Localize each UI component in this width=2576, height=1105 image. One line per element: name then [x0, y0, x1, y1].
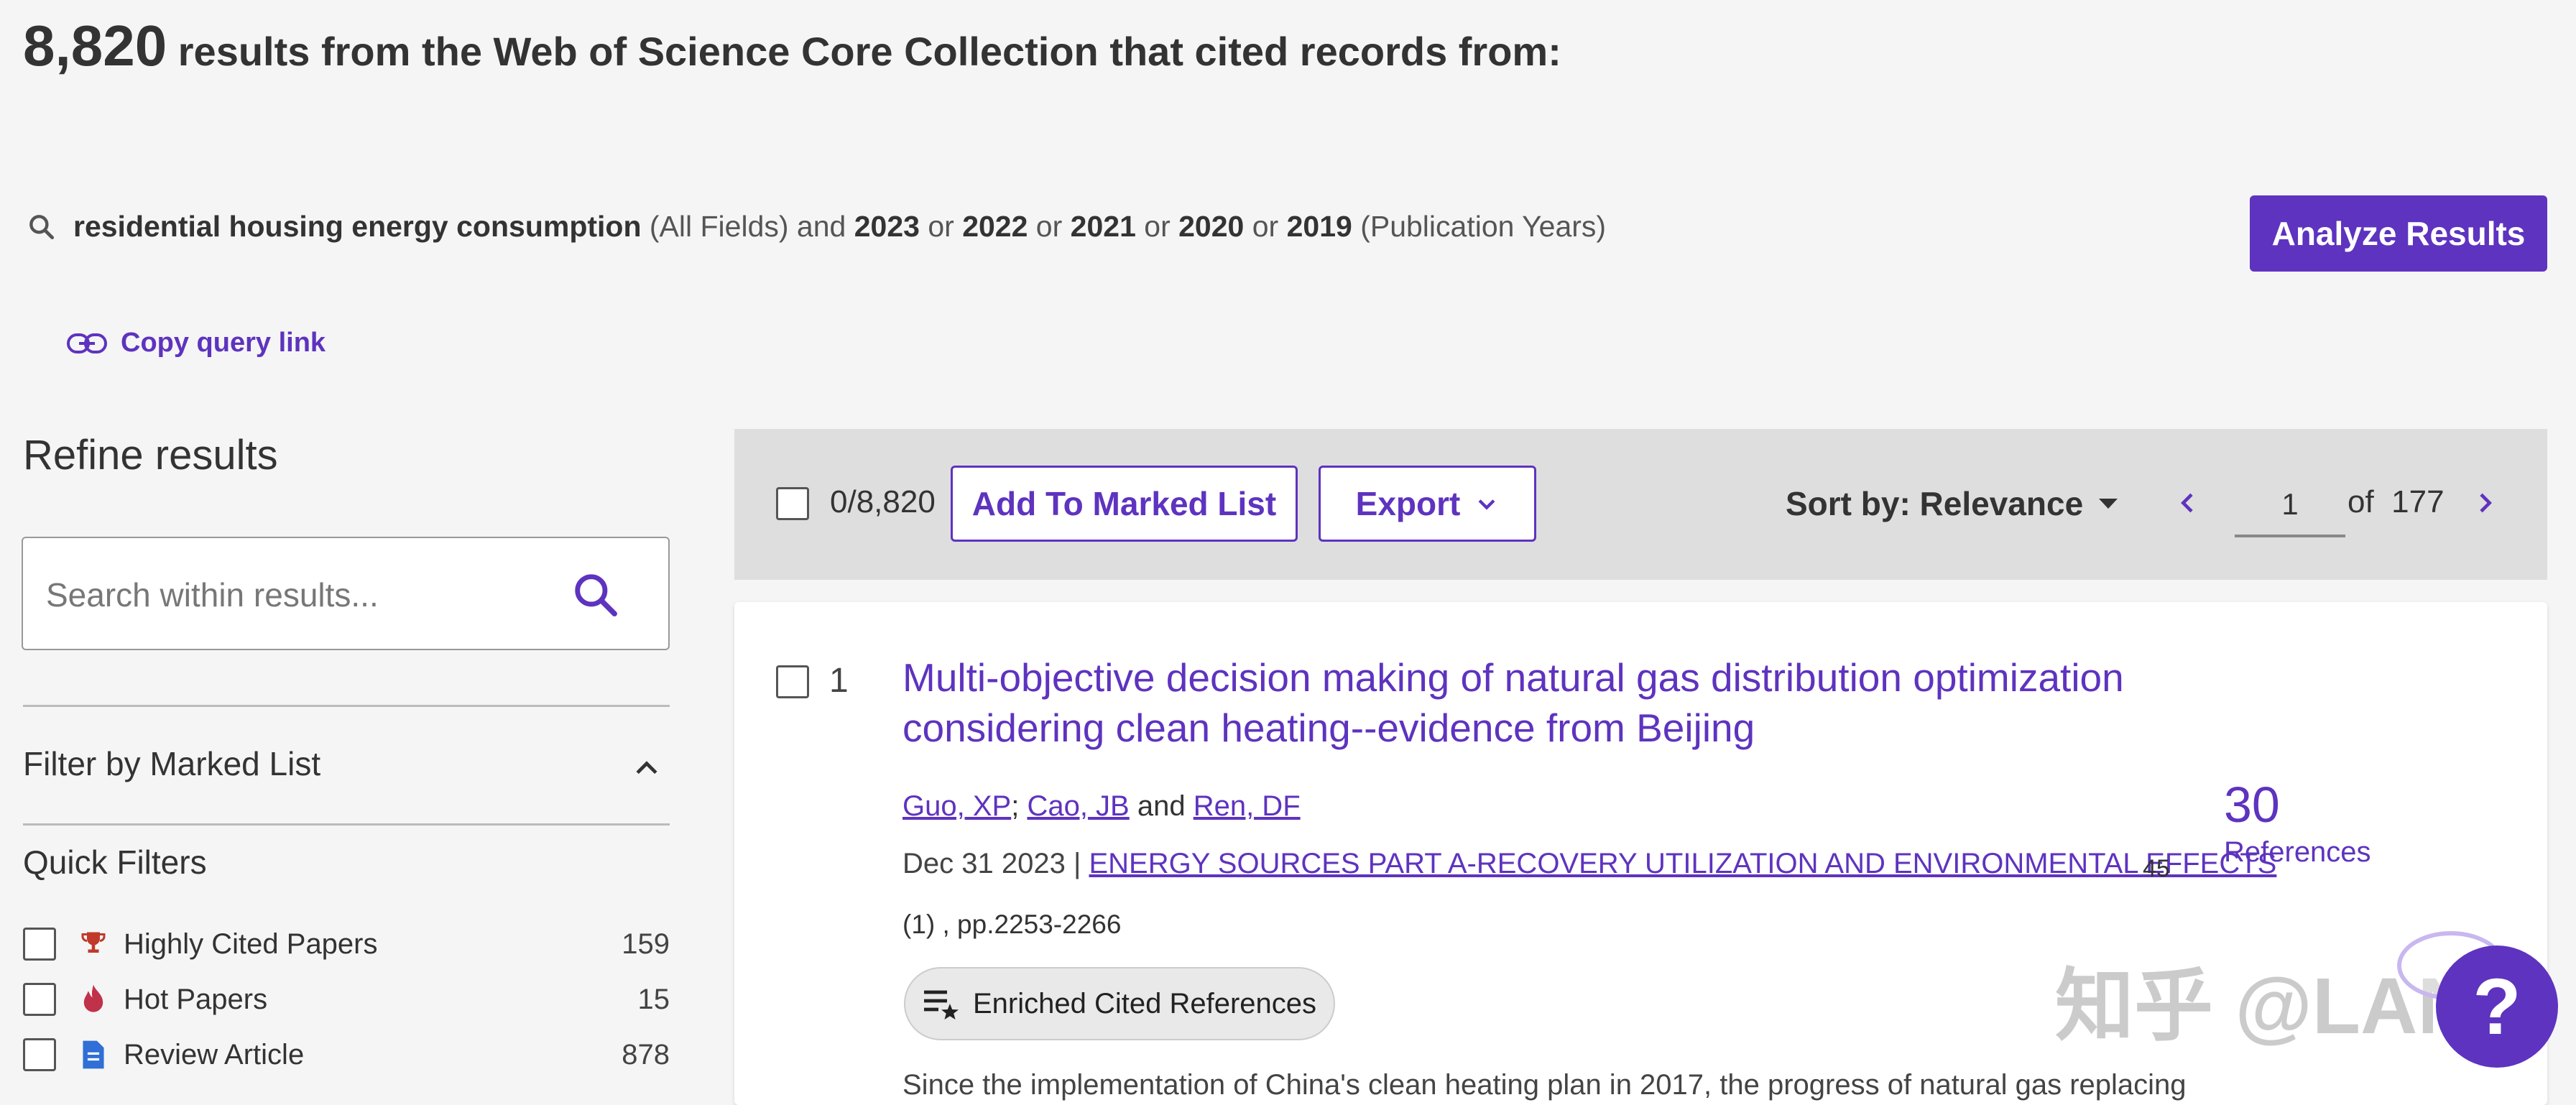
- document-icon: [78, 1039, 109, 1071]
- chevron-down-icon: [1478, 499, 1495, 510]
- chevron-up-icon[interactable]: [631, 753, 663, 788]
- export-button[interactable]: Export: [1319, 466, 1536, 542]
- page-number-input[interactable]: [2235, 474, 2345, 537]
- journal-link[interactable]: ENERGY SOURCES PART A-RECOVERY UTILIZATI…: [1089, 848, 2276, 879]
- link-icon: [67, 333, 107, 353]
- query-terms: residential housing energy consumption: [73, 210, 642, 243]
- query-year: 2022: [962, 210, 1028, 243]
- enriched-cited-references-button[interactable]: Enriched Cited References: [904, 967, 1335, 1040]
- chevron-right-icon: [2480, 493, 2492, 513]
- query-years-label: (Publication Years): [1352, 210, 1607, 243]
- copy-query-link-label: Copy query link: [121, 328, 326, 358]
- next-page-button[interactable]: [2470, 489, 2499, 521]
- search-within-input[interactable]: [45, 567, 550, 623]
- author-link[interactable]: Guo, XP: [902, 790, 1011, 822]
- page-total: of 177: [2348, 484, 2445, 519]
- refine-results-title: Refine results: [23, 432, 278, 478]
- record-title-link[interactable]: Multi-objective decision making of natur…: [902, 652, 2182, 753]
- query-or: or: [1135, 210, 1179, 243]
- references-count-link[interactable]: 30: [2224, 776, 2280, 833]
- quick-filters-title: Quick Filters: [23, 843, 207, 881]
- quick-filter-label: Hot Papers: [124, 983, 268, 1015]
- list-star-icon: [923, 990, 959, 1020]
- query-or: or: [1244, 210, 1287, 243]
- help-button[interactable]: ?: [2436, 946, 2558, 1068]
- record-date: Dec 31 2023 |: [902, 848, 1089, 879]
- results-count: 8,820: [23, 14, 167, 78]
- search-within-button[interactable]: [569, 568, 622, 621]
- add-to-marked-list-label: Add To Marked List: [971, 485, 1277, 522]
- help-icon: ?: [2473, 962, 2521, 1051]
- query-year: 2019: [1286, 210, 1352, 243]
- search-icon: [29, 214, 55, 239]
- search-icon: [575, 574, 617, 616]
- author-separator: ;: [1011, 790, 1028, 822]
- record-volume: 45: [2143, 855, 2170, 882]
- author-link[interactable]: Cao, JB: [1027, 790, 1129, 822]
- filter-by-marked-list[interactable]: Filter by Marked List: [23, 744, 320, 783]
- record-source: Dec 31 2023 | ENERGY SOURCES PART A-RECO…: [902, 848, 2276, 880]
- trophy-icon: [78, 928, 109, 960]
- record-number: 1: [829, 662, 849, 700]
- results-headline-text: results from the Web of Science Core Col…: [167, 29, 1561, 74]
- results-headline: 8,820 results from the Web of Science Co…: [23, 13, 1561, 79]
- record-authors: Guo, XP; Cao, JB and Ren, DF: [902, 790, 1301, 823]
- query-text: residential housing energy consumption (…: [73, 210, 1606, 244]
- quick-filter-hot-papers[interactable]: Hot Papers 15: [23, 978, 670, 1021]
- quick-filter-count: 159: [622, 928, 670, 960]
- author-separator: and: [1129, 790, 1194, 822]
- query-or: or: [919, 210, 963, 243]
- sort-dropdown[interactable]: Sort by: Relevance: [1786, 484, 2119, 523]
- record-abstract: Since the implementation of China's clea…: [902, 1069, 2187, 1101]
- select-all-checkbox[interactable]: [776, 487, 809, 520]
- query-year: 2020: [1178, 210, 1245, 243]
- chevron-left-icon: [2181, 493, 2193, 513]
- add-to-marked-list-button[interactable]: Add To Marked List: [951, 466, 1298, 542]
- sort-label: Sort by: Relevance: [1786, 485, 2084, 522]
- record-pages: (1) , pp.2253-2266: [902, 910, 1122, 939]
- query-year: 2023: [854, 210, 920, 243]
- export-label: Export: [1355, 485, 1461, 522]
- references-label[interactable]: References: [2224, 836, 2371, 869]
- checkbox[interactable]: [23, 1038, 56, 1071]
- divider: [23, 823, 670, 826]
- query-year: 2021: [1070, 210, 1136, 243]
- checkbox[interactable]: [23, 983, 56, 1016]
- record-checkbox[interactable]: [776, 665, 809, 698]
- analyze-results-button[interactable]: Analyze Results: [2250, 195, 2547, 272]
- quick-filter-count: 878: [622, 1038, 670, 1071]
- query-fields: (All Fields) and: [641, 210, 854, 243]
- copy-query-link[interactable]: Copy query link: [66, 328, 326, 359]
- quick-filter-review-article[interactable]: Review Article 878: [23, 1033, 670, 1076]
- selected-count: 0/8,820: [830, 484, 936, 519]
- quick-filter-count: 15: [637, 983, 670, 1015]
- previous-page-button[interactable]: [2174, 489, 2202, 521]
- quick-filter-label: Review Article: [124, 1038, 305, 1071]
- query-or: or: [1028, 210, 1071, 243]
- search-query: residential housing energy consumption (…: [26, 210, 1606, 244]
- quick-filter-highly-cited[interactable]: Highly Cited Papers 159: [23, 923, 670, 966]
- enriched-cited-references-label: Enriched Cited References: [972, 987, 1317, 1020]
- quick-filter-label: Highly Cited Papers: [124, 928, 378, 960]
- author-link[interactable]: Ren, DF: [1194, 790, 1301, 822]
- caret-down-icon: [2099, 499, 2118, 509]
- search-within-box: [22, 537, 670, 650]
- checkbox[interactable]: [23, 928, 56, 961]
- divider: [23, 705, 670, 707]
- flame-icon: [78, 984, 109, 1015]
